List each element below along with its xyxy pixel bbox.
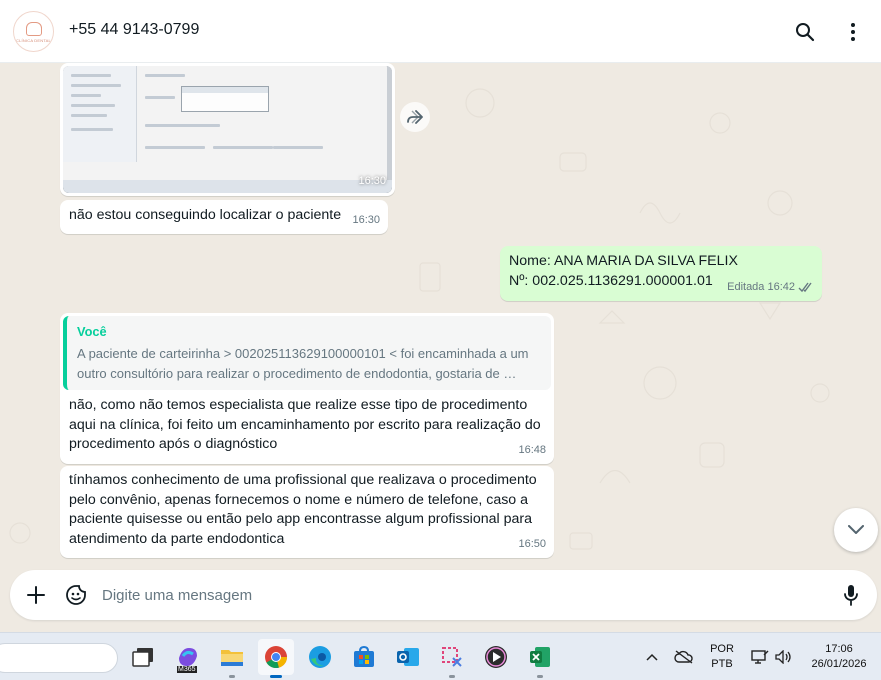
monitor-network-icon [751, 650, 769, 664]
input-language-indicator[interactable]: POR PTB [700, 642, 744, 672]
show-hidden-icons-button[interactable] [642, 647, 662, 667]
forward-button[interactable] [400, 102, 430, 132]
taskbar-outlook[interactable] [390, 639, 426, 675]
ss-line [71, 74, 111, 77]
screenshot-sidebar [63, 66, 137, 162]
message-meta: Editada 16:42 [727, 278, 814, 298]
contact-name[interactable]: +55 44 9143-0799 [69, 21, 199, 39]
message-time: 16:48 [518, 443, 546, 456]
ss-line [71, 84, 121, 87]
store-icon [354, 646, 374, 667]
task-view-button[interactable] [125, 639, 161, 675]
os-taskbar: M365 POR PTB 17:06 26/01/2026 [0, 632, 881, 680]
speaker-icon [775, 650, 791, 664]
clock[interactable]: 17:06 26/01/2026 [803, 642, 875, 672]
search-icon[interactable] [793, 20, 817, 44]
ss-line [71, 94, 101, 97]
message-text: não, como não temos especialista que rea… [69, 397, 541, 452]
snipping-tool-icon [442, 647, 462, 667]
ss-dialog-bar [182, 87, 268, 93]
m365-label: M365 [177, 666, 197, 673]
chevron-down-icon [848, 525, 864, 534]
volume-button[interactable] [774, 647, 794, 667]
taskbar-chrome[interactable] [258, 639, 294, 678]
message-text: não estou conseguindo localizar o pacien… [69, 207, 342, 223]
taskbar-edge[interactable] [302, 639, 338, 675]
taskbar-media-player[interactable] [478, 639, 514, 675]
message-input[interactable] [102, 582, 802, 608]
incoming-message[interactable]: Você A paciente de carteirinha > 0020251… [60, 313, 554, 464]
chevron-up-icon [646, 653, 658, 661]
voice-message-button[interactable] [839, 583, 863, 607]
scroll-to-bottom-button[interactable] [834, 508, 878, 552]
tooth-logo-icon [25, 22, 42, 36]
chat-header[interactable]: CLÍNICA DENTAL +55 44 9143-0799 [0, 0, 881, 63]
taskbar-store[interactable] [346, 639, 382, 675]
taskbar-search-box[interactable] [0, 643, 118, 673]
quoted-message[interactable]: Você A paciente de carteirinha > 0020251… [63, 316, 551, 390]
running-indicator [449, 675, 455, 678]
incoming-message[interactable]: tínhamos conhecimento de uma profissiona… [60, 466, 554, 558]
ss-line [145, 96, 175, 99]
taskbar-file-explorer[interactable] [214, 639, 250, 678]
network-button[interactable] [750, 647, 770, 667]
taskbar-snipping-tool[interactable] [434, 639, 470, 678]
ss-line [145, 146, 205, 149]
sticker-button[interactable] [64, 583, 88, 607]
screenshot-taskbar [63, 180, 392, 193]
taskbar-excel[interactable] [522, 639, 558, 678]
screenshot-window [63, 66, 392, 180]
attach-button[interactable] [24, 583, 48, 607]
message-list[interactable]: 16:30 não estou conseguindo localizar o … [0, 63, 881, 568]
quote-text: A paciente de carteirinha > 002025113629… [77, 346, 529, 381]
ss-line [145, 74, 185, 77]
ss-line [145, 124, 220, 127]
media-player-icon [485, 646, 507, 668]
cloud-offline-icon [674, 650, 693, 664]
running-indicator [229, 675, 235, 678]
image-message[interactable]: 16:30 [60, 63, 395, 196]
language-code: POR [710, 643, 734, 655]
ss-line [71, 114, 107, 117]
composer-box[interactable] [10, 570, 877, 620]
outgoing-message[interactable]: Nome: ANA MARIA DA SILVA FELIX Nº: 002.0… [500, 246, 822, 301]
message-text: tínhamos conhecimento de uma profissiona… [69, 472, 537, 547]
contact-avatar[interactable]: CLÍNICA DENTAL [13, 11, 54, 52]
screenshot-dialog [181, 86, 269, 112]
message-time: 16:50 [518, 537, 546, 550]
task-view-icon [132, 648, 153, 667]
chrome-icon [265, 646, 287, 669]
ss-line [273, 146, 323, 149]
incoming-message[interactable]: não estou conseguindo localizar o pacien… [60, 200, 388, 234]
message-status: Editada 16:42 [727, 280, 795, 293]
message-line: Nome: ANA MARIA DA SILVA FELIX [509, 253, 738, 269]
excel-icon [530, 647, 550, 667]
ss-scrollbar [387, 66, 392, 180]
active-indicator [270, 675, 282, 678]
ss-line [71, 104, 115, 107]
mic-icon [844, 585, 858, 606]
keyboard-layout: PTB [711, 658, 733, 670]
folder-icon [221, 650, 243, 666]
sticker-icon [66, 585, 86, 605]
double-check-icon [798, 282, 812, 292]
image-time: 16:30 [358, 174, 386, 187]
clock-date: 26/01/2026 [811, 658, 867, 670]
plus-icon [27, 586, 45, 604]
kebab-menu-icon[interactable] [841, 20, 865, 44]
outlook-icon [397, 648, 419, 666]
running-indicator [537, 675, 543, 678]
quote-author: Você [77, 324, 107, 339]
screenshot-image[interactable]: 16:30 [63, 66, 392, 193]
forward-icon [407, 110, 423, 124]
taskbar-m365[interactable]: M365 [170, 639, 206, 675]
onedrive-button[interactable] [674, 647, 694, 667]
ss-line [213, 146, 273, 149]
avatar-brand: CLÍNICA DENTAL [16, 38, 51, 43]
message-time: 16:30 [352, 213, 380, 226]
ss-line [71, 128, 113, 131]
clock-time: 17:06 [825, 643, 853, 655]
composer-bar [0, 568, 881, 632]
edge-icon [309, 646, 331, 668]
